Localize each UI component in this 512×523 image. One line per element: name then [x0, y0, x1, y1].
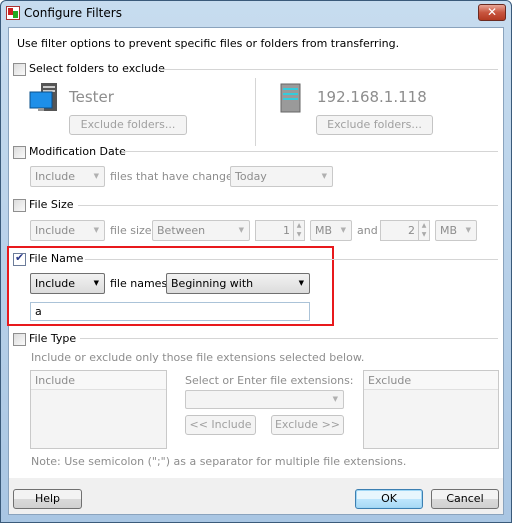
file-size-include-combo[interactable]: Include ▼	[30, 220, 105, 241]
exclude-list[interactable]: Exclude	[363, 370, 499, 449]
file-type-checkbox[interactable]	[13, 333, 26, 346]
chevron-down-icon: ▼	[465, 226, 471, 234]
file-size-mode-combo[interactable]: Between ▼	[152, 220, 250, 241]
remote-server-name: 192.168.1.118	[317, 88, 427, 106]
vertical-divider	[255, 78, 256, 146]
min-size-spinner[interactable]: 1 ▲ ▼	[255, 220, 305, 241]
spinner-value: 1	[283, 224, 290, 237]
combo-value: Include	[35, 170, 76, 183]
extensions-combo[interactable]: ▼	[185, 390, 344, 409]
min-unit-combo[interactable]: MB ▼	[310, 220, 352, 241]
file-type-description: Include or exclude only those file exten…	[31, 351, 365, 364]
divider	[85, 259, 498, 260]
spinner-arrows-icon[interactable]: ▲ ▼	[293, 221, 304, 240]
max-size-spinner[interactable]: 2 ▲ ▼	[380, 220, 430, 241]
combo-value: Between	[157, 224, 206, 237]
dialog-footer	[9, 478, 503, 514]
file-name-include-combo[interactable]: Include ▼	[30, 273, 105, 294]
modification-date-label: Modification Date	[29, 145, 126, 158]
close-button[interactable]: ✕	[478, 4, 506, 21]
file-size-checkbox[interactable]	[13, 199, 26, 212]
chevron-down-icon: ▼	[93, 172, 99, 180]
exclude-remote-folders-button[interactable]: Exclude folders...	[316, 115, 433, 135]
chevron-down-icon: ▼	[93, 226, 99, 234]
file-type-note: Note: Use semicolon (";") as a separator…	[31, 455, 407, 468]
include-list-header: Include	[31, 371, 166, 390]
chevron-down-icon: ▼	[298, 279, 304, 287]
chevron-down-icon: ▼	[321, 172, 327, 180]
window-title: Configure Filters	[24, 6, 122, 20]
cancel-button[interactable]: Cancel	[431, 489, 499, 509]
select-folders-label: Select folders to exclude	[29, 62, 165, 75]
file-name-checkbox[interactable]	[13, 251, 26, 266]
spinner-value: 2	[408, 224, 415, 237]
combo-value: MB	[315, 224, 333, 237]
file-name-text: file names	[110, 277, 168, 290]
file-name-label: File Name	[29, 252, 84, 265]
title-bar: Configure Filters ✕	[0, 0, 512, 27]
file-size-label: File Size	[29, 198, 74, 211]
mod-date-period-combo[interactable]: Today ▼	[230, 166, 333, 187]
exclude-extension-button[interactable]: Exclude >>	[271, 415, 344, 435]
file-name-mode-combo[interactable]: Beginning with ▼	[166, 273, 310, 294]
file-size-text: file size	[110, 224, 152, 237]
local-computer-name: Tester	[69, 88, 114, 106]
intro-text: Use filter options to prevent specific f…	[17, 37, 400, 50]
combo-value: Today	[235, 170, 267, 183]
exclude-list-header: Exclude	[364, 371, 498, 390]
max-unit-combo[interactable]: MB ▼	[435, 220, 477, 241]
select-extensions-label: Select or Enter file extensions:	[185, 374, 354, 387]
combo-value: Beginning with	[171, 277, 254, 290]
divider	[80, 338, 498, 339]
server-icon	[280, 83, 301, 113]
spinner-arrows-icon[interactable]: ▲ ▼	[418, 221, 429, 240]
divider	[78, 205, 498, 206]
chevron-down-icon: ▼	[93, 279, 99, 287]
chevron-down-icon: ▼	[332, 395, 338, 403]
divider	[158, 69, 498, 70]
computer-icon	[29, 83, 57, 111]
exclude-local-folders-button[interactable]: Exclude folders...	[69, 115, 187, 135]
app-icon	[6, 6, 20, 20]
combo-value: Include	[35, 277, 76, 290]
chevron-down-icon: ▼	[340, 226, 346, 234]
include-list[interactable]: Include	[30, 370, 167, 449]
help-button[interactable]: Help	[13, 489, 82, 509]
combo-value: Include	[35, 224, 76, 237]
modification-date-checkbox[interactable]	[13, 146, 26, 159]
ok-button[interactable]: OK	[355, 489, 423, 509]
select-folders-checkbox[interactable]	[13, 63, 26, 76]
divider	[122, 151, 498, 152]
mod-date-text: files that have changed	[110, 170, 240, 183]
and-label: and	[357, 224, 378, 237]
mod-date-include-combo[interactable]: Include ▼	[30, 166, 105, 187]
file-name-input[interactable]: a	[30, 302, 310, 321]
include-extension-button[interactable]: << Include	[185, 415, 256, 435]
file-type-label: File Type	[29, 332, 77, 345]
chevron-down-icon: ▼	[238, 226, 244, 234]
combo-value: MB	[440, 224, 458, 237]
